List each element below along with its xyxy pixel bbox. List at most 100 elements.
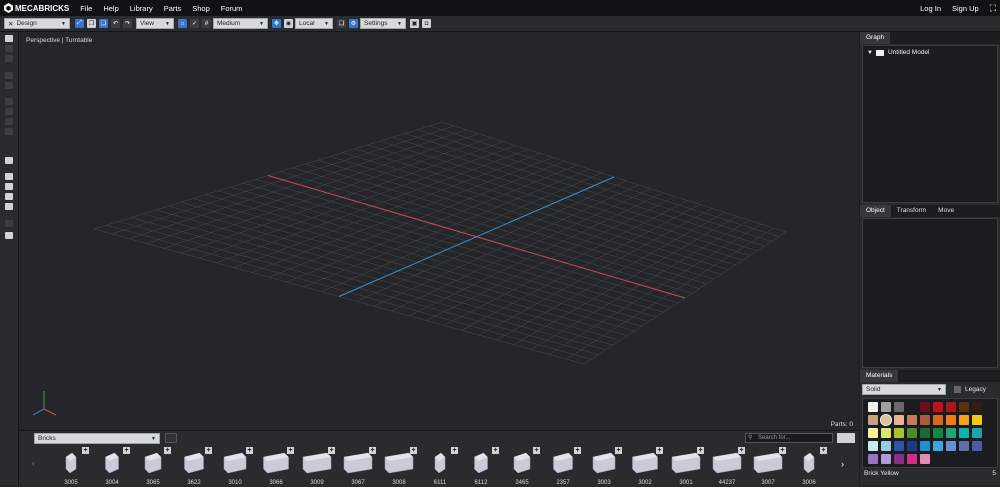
color-swatch[interactable] — [920, 415, 930, 425]
menu-library[interactable]: Library — [130, 4, 153, 13]
color-swatch[interactable] — [894, 454, 904, 464]
snap-icon[interactable]: ⌂ — [178, 19, 187, 28]
add-brick-button[interactable]: + — [287, 447, 294, 454]
color-swatch[interactable] — [972, 415, 982, 425]
add-brick-button[interactable]: + — [205, 447, 212, 454]
color-swatch[interactable] — [907, 415, 917, 425]
checkbox-icon[interactable]: ✓ — [190, 19, 199, 28]
color-swatch[interactable] — [907, 428, 917, 438]
color-swatch[interactable] — [933, 402, 943, 412]
hide-icon[interactable] — [5, 98, 13, 105]
add-brick-button[interactable]: + — [123, 447, 130, 454]
add-brick-button[interactable]: + — [246, 447, 253, 454]
grid-size-select[interactable]: Medium ▼ — [213, 18, 268, 29]
add-brick-button[interactable]: + — [533, 447, 540, 454]
camera-icon[interactable]: ◘ — [422, 19, 431, 28]
eraser-icon[interactable] — [5, 203, 13, 210]
layers-panel-icon[interactable] — [5, 220, 13, 227]
tab-transform[interactable]: Transform — [891, 205, 932, 217]
add-brick-button[interactable]: + — [451, 447, 458, 454]
tab-graph[interactable]: Graph — [860, 32, 891, 44]
brick-item[interactable]: +3002 — [625, 445, 665, 487]
space-select[interactable]: Local ▼ — [295, 18, 333, 29]
color-swatch[interactable] — [920, 402, 930, 412]
add-brick-button[interactable]: + — [574, 447, 581, 454]
back-icon[interactable] — [165, 433, 177, 443]
scroll-right-icon[interactable]: › — [841, 459, 844, 469]
fullscreen-icon[interactable]: ⛶ — [990, 3, 996, 14]
color-swatch[interactable] — [920, 441, 930, 451]
logo[interactable]: MECABRICKS — [4, 3, 69, 13]
login-link[interactable]: Log In — [920, 4, 941, 13]
light-icon[interactable] — [5, 173, 13, 180]
signup-link[interactable]: Sign Up — [952, 4, 979, 13]
add-brick-button[interactable]: + — [328, 447, 335, 454]
add-brick-button[interactable]: + — [820, 447, 827, 454]
pivot-icon[interactable]: ✥ — [272, 19, 281, 28]
legacy-checkbox[interactable] — [954, 386, 961, 393]
color-swatch[interactable] — [881, 428, 891, 438]
layers-icon[interactable]: ❏ — [337, 19, 346, 28]
color-swatch[interactable] — [946, 441, 956, 451]
color-swatch[interactable] — [868, 454, 878, 464]
show-icon[interactable] — [5, 108, 13, 115]
add-brick-button[interactable]: + — [410, 447, 417, 454]
add-brick-button[interactable]: + — [697, 447, 704, 454]
color-swatch[interactable] — [972, 402, 982, 412]
save-icon[interactable]: ▣ — [410, 19, 419, 28]
paste-icon[interactable]: ❑ — [99, 19, 108, 28]
color-swatch[interactable] — [880, 414, 892, 426]
color-swatch[interactable] — [933, 415, 943, 425]
brick-item[interactable]: +3001 — [666, 445, 706, 487]
menu-file[interactable]: File — [80, 4, 92, 13]
add-brick-button[interactable]: + — [615, 447, 622, 454]
color-swatch[interactable] — [959, 428, 969, 438]
connect-icon[interactable] — [5, 232, 13, 239]
brick-item[interactable]: +44237 — [707, 445, 747, 487]
color-swatch[interactable] — [868, 415, 878, 425]
cut-icon[interactable] — [5, 128, 13, 135]
brick-item[interactable]: +3006 — [789, 445, 829, 487]
pointer-icon[interactable] — [5, 35, 13, 42]
brick-item[interactable]: +3065 — [133, 445, 173, 487]
menu-forum[interactable]: Forum — [221, 4, 243, 13]
color-swatch[interactable] — [959, 402, 969, 412]
brick-item[interactable]: +3004 — [92, 445, 132, 487]
mode-select[interactable]: ✕ Design ▼ — [4, 18, 70, 29]
color-swatch[interactable] — [920, 428, 930, 438]
brick-item[interactable]: +3009 — [297, 445, 337, 487]
color-swatch[interactable] — [907, 402, 917, 412]
copy-icon[interactable]: ❐ — [87, 19, 96, 28]
brick-item[interactable]: +6112 — [461, 445, 501, 487]
color-swatch[interactable] — [907, 441, 917, 451]
expand-arrow-icon[interactable]: ▼ — [867, 50, 873, 56]
scroll-left-icon[interactable]: ‹ — [32, 459, 35, 468]
color-swatch[interactable] — [933, 428, 943, 438]
brick-item[interactable]: +3066 — [256, 445, 296, 487]
brick-item[interactable]: +2465 — [502, 445, 542, 487]
brick-item[interactable]: +3008 — [379, 445, 419, 487]
move-icon[interactable] — [5, 45, 13, 52]
settings-select[interactable]: Settings ▼ — [360, 18, 406, 29]
color-swatch[interactable] — [972, 441, 982, 451]
color-swatch[interactable] — [894, 428, 904, 438]
tab-move[interactable]: Move — [932, 205, 960, 217]
color-swatch[interactable] — [881, 441, 891, 451]
add-brick-button[interactable]: + — [164, 447, 171, 454]
add-brick-button[interactable]: + — [779, 447, 786, 454]
color-swatch[interactable] — [894, 402, 904, 412]
color-swatch[interactable] — [894, 415, 904, 425]
grid-icon[interactable]: # — [202, 19, 211, 28]
rotate-icon[interactable] — [5, 55, 13, 62]
brick-item[interactable]: +3067 — [338, 445, 378, 487]
color-swatch[interactable] — [881, 454, 891, 464]
chart-icon[interactable] — [5, 157, 13, 164]
color-swatch[interactable] — [972, 428, 982, 438]
redo-icon[interactable]: ↷ — [123, 19, 132, 28]
color-swatch[interactable] — [946, 428, 956, 438]
target-icon[interactable]: ◉ — [284, 19, 293, 28]
3d-viewport[interactable]: Perspective | Turntable Parts: 0 — [19, 32, 859, 430]
add-brick-button[interactable]: + — [656, 447, 663, 454]
brick-item[interactable]: +6111 — [420, 445, 460, 487]
paint-icon[interactable] — [5, 193, 13, 200]
